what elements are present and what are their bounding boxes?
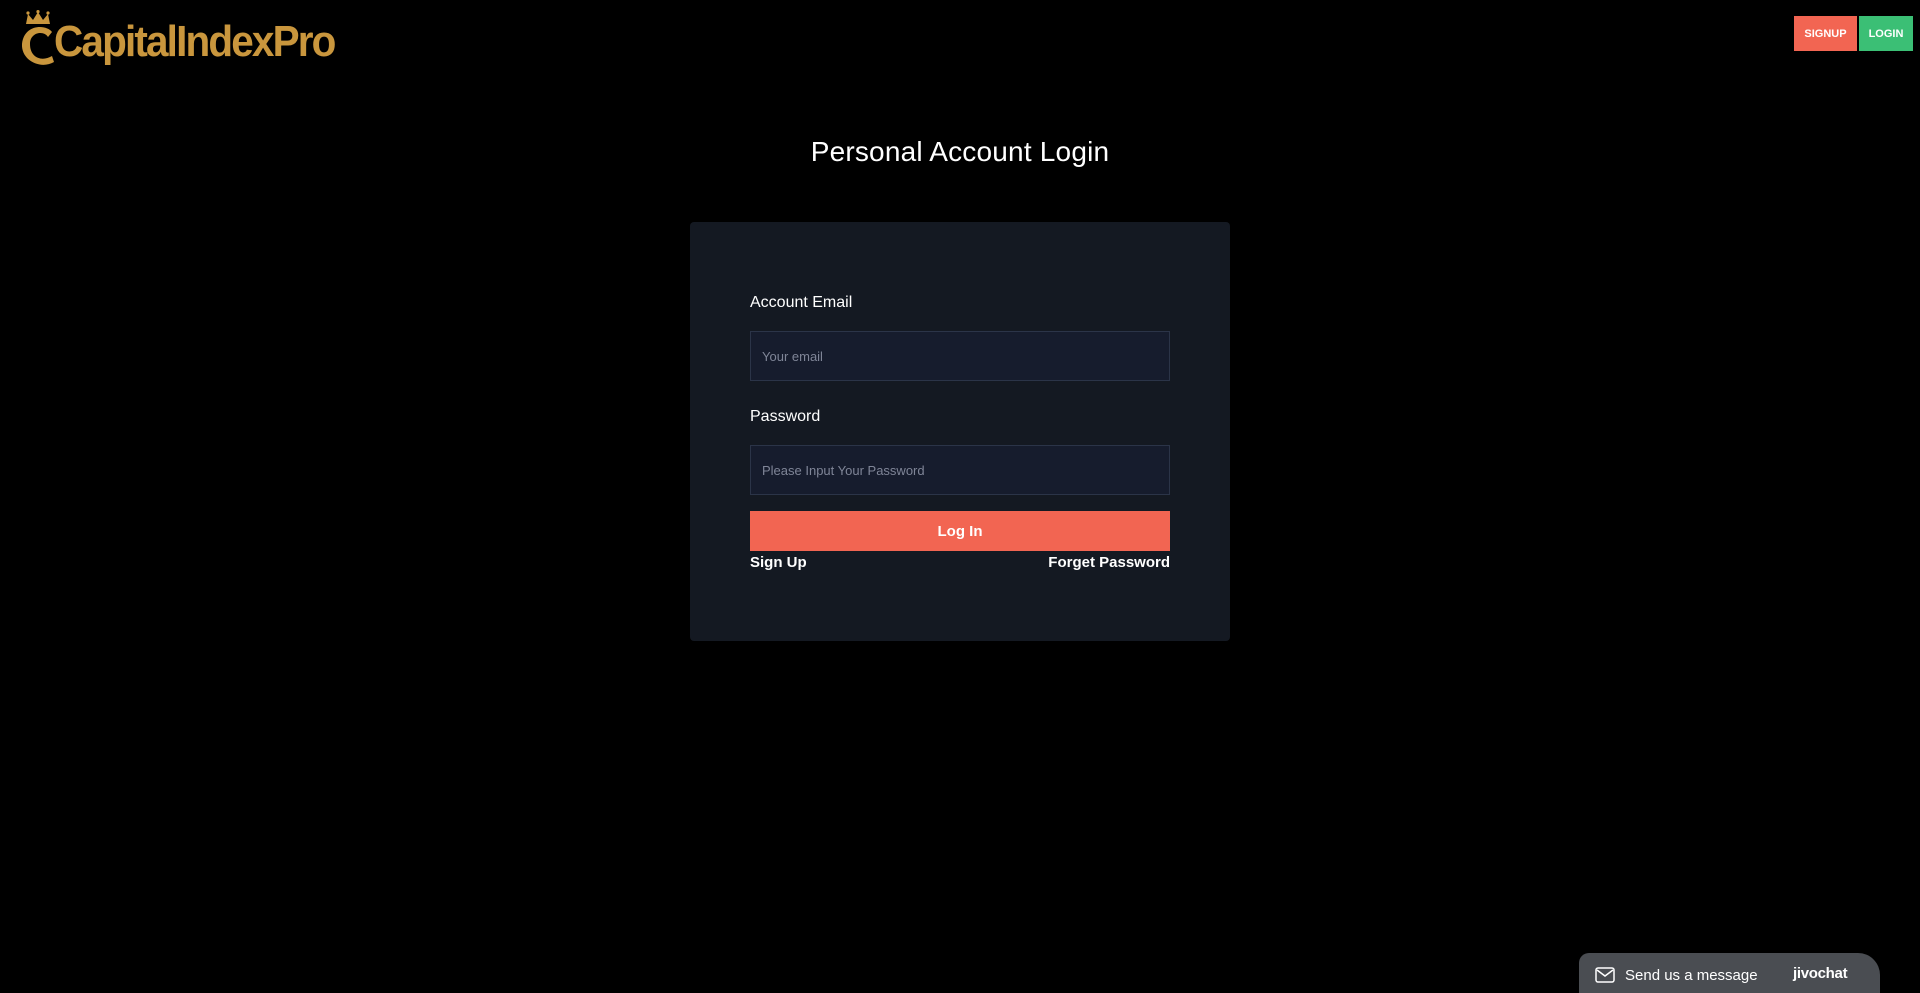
page: CapitalIndexPro SIGNUP LOGIN Personal Ac… — [0, 0, 1920, 993]
chat-brand: jivochat — [1793, 965, 1848, 982]
logo[interactable]: CapitalIndexPro — [16, 6, 359, 70]
forget-password-link[interactable]: Forget Password — [1048, 554, 1170, 571]
log-in-button[interactable]: Log In — [750, 511, 1170, 551]
chat-widget[interactable]: Send us a message jivochat — [1579, 953, 1880, 993]
sign-up-link[interactable]: Sign Up — [750, 554, 807, 571]
email-field[interactable] — [750, 331, 1170, 381]
signup-button[interactable]: SIGNUP — [1794, 16, 1857, 51]
logo-text: CapitalIndexPro — [54, 17, 336, 66]
password-field[interactable] — [750, 445, 1170, 495]
login-button[interactable]: LOGIN — [1859, 16, 1913, 51]
page-title: Personal Account Login — [810, 136, 1110, 167]
envelope-icon — [1595, 967, 1615, 983]
email-label: Account Email — [750, 294, 853, 311]
password-label: Password — [750, 408, 821, 425]
top-nav: SIGNUP LOGIN — [1794, 16, 1913, 51]
form-links: Sign Up Forget Password — [750, 554, 1170, 571]
login-form: Account Email Password Log In Sign Up Fo… — [750, 294, 1170, 571]
chat-message-label: Send us a message — [1625, 966, 1758, 984]
login-card: Account Email Password Log In Sign Up Fo… — [690, 222, 1230, 641]
